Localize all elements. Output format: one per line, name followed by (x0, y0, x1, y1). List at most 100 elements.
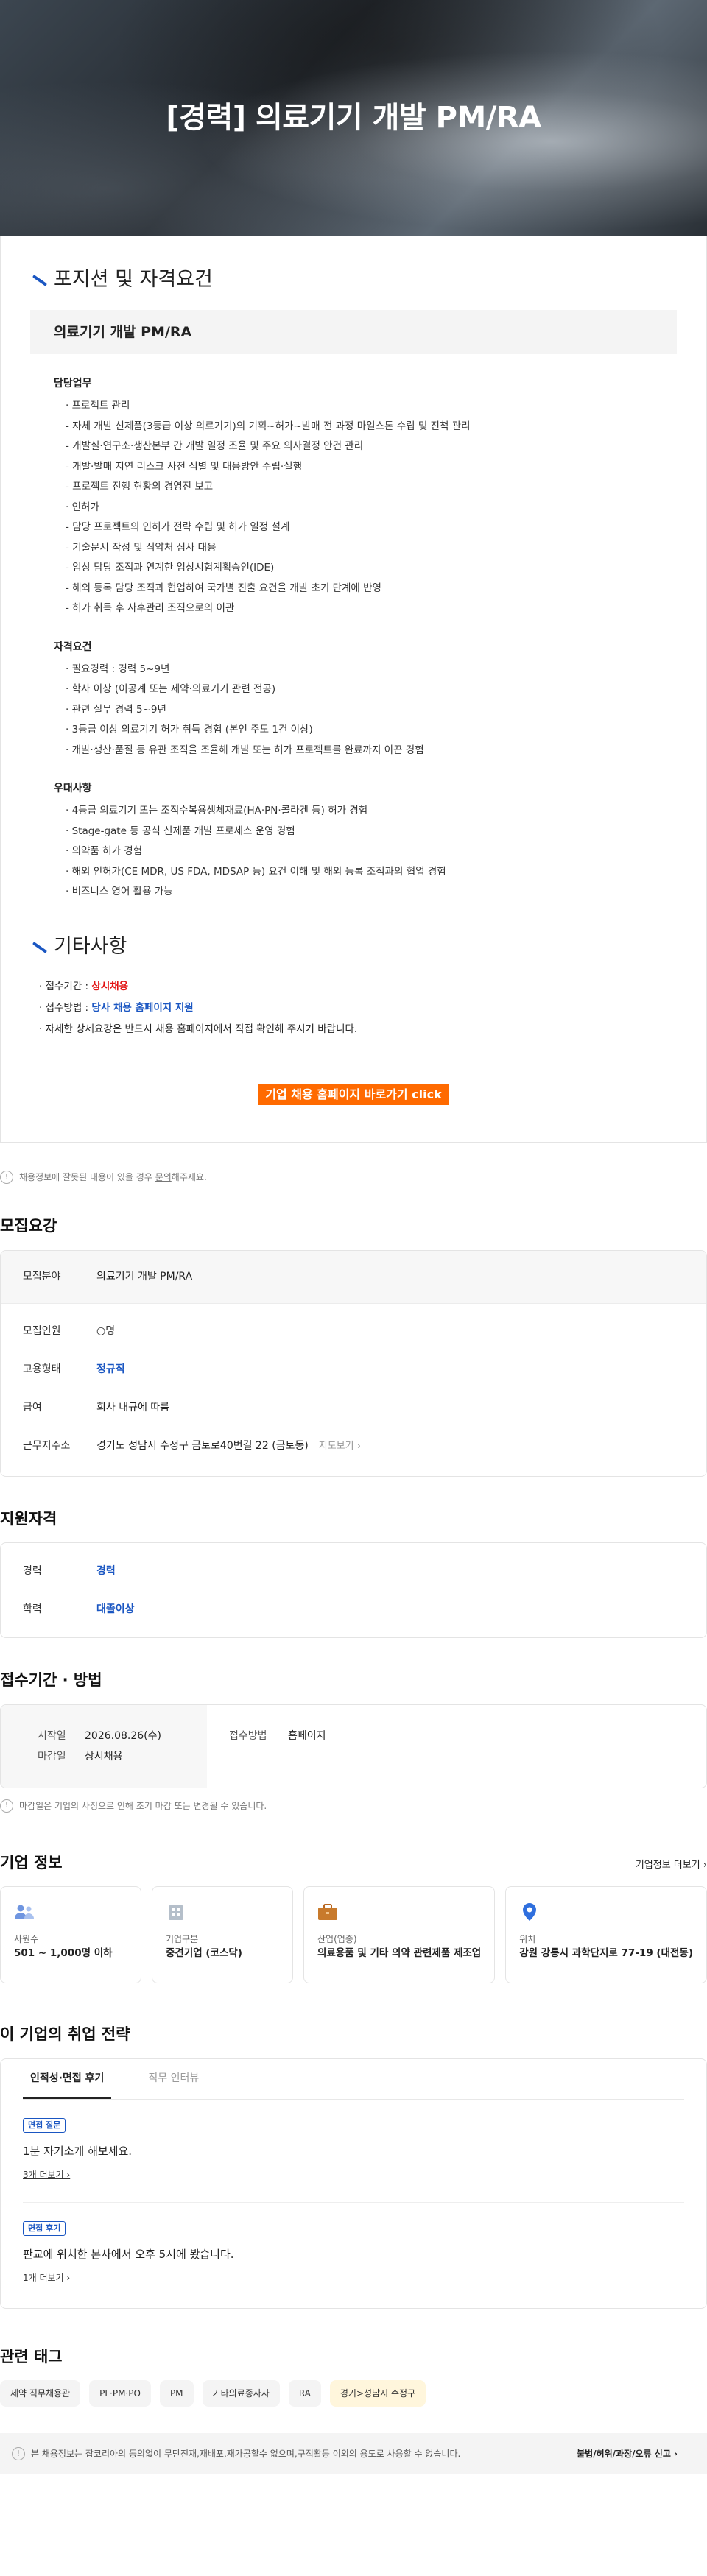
duty-line: - 자체 개발 신제품(3등급 이상 의료기기)의 기획~허가~발매 전 과정 … (66, 420, 471, 432)
company-info-title: 기업 정보 (0, 1853, 63, 1871)
tag-item[interactable]: 제약 직무채용관 (0, 2380, 81, 2407)
qualifications-title: 자격요건 (54, 641, 92, 653)
tag-item[interactable]: RA (288, 2380, 321, 2407)
review-item: 면접 후기 판교에 위치한 본사에서 오후 5시에 봤습니다. 1개 더보기 › (23, 2203, 684, 2286)
headcount-row: 모집인원 ○명 (23, 1325, 116, 1337)
etc-list: · 접수기간 : 상시채용 · 접수방법 : 당사 채용 홈페이지 지원 · 자… (30, 976, 677, 1040)
preferred-line: · Stage-gate 등 공식 신제품 개발 프로세스 운영 경험 (66, 825, 295, 837)
company-card-employees[interactable]: 사원수 501 ~ 1,000명 이하 (0, 1886, 141, 1983)
qualifications-block: 자격요건 · 필요경력 : 경력 5~9년 · 학사 이상 (이공계 또는 제약… (30, 640, 677, 761)
report-link[interactable]: 불법/허위/과장/오류 신고 › (577, 2447, 678, 2460)
period-notice: ! 마감일은 기업의 사정으로 인해 조기 마감 또는 변경될 수 있습니다. (0, 1788, 707, 1818)
apply-method: 접수방법 홈페이지 (207, 1705, 326, 1788)
employment-type-row: 고용형태 정규직 (23, 1363, 125, 1375)
position-band: 의료기기 개발 PM/RA (30, 309, 677, 354)
location-pin-icon (519, 1902, 540, 1922)
report-notice: ! 채용정보에 잘못된 내용이 있을 경우 문의해주세요. (0, 1143, 707, 1194)
tab-interview-review[interactable]: 인적성·면접 후기 (23, 2059, 112, 2099)
strategy-card: 인적성·면접 후기 직무 인터뷰 면접 질문 1분 자기소개 해보세요. 3개 … (0, 2058, 707, 2309)
field-row: 모집분야 의료기기 개발 PM/RA (1, 1250, 706, 1304)
company-card-location[interactable]: 위치 강원 강릉시 과학단지로 77-19 (대전동) (505, 1886, 707, 1983)
info-icon: ! (0, 1799, 13, 1813)
map-link[interactable]: 지도보기 › (319, 1439, 361, 1454)
review-more-link[interactable]: 1개 더보기 › (23, 2273, 70, 2283)
cta-wrap: 기업 채용 홈페이지 바로가기 click (30, 1084, 677, 1105)
review-badge: 면접 후기 (23, 2220, 66, 2236)
preferred-title: 우대사항 (54, 783, 92, 794)
job-detail-box: 포지션 및 자격요건 의료기기 개발 PM/RA 담당업무 · 프로젝트 관리 … (0, 236, 707, 1143)
hero-banner: [경력] 의료기기 개발 PM/RA (0, 0, 707, 236)
start-date-row: 시작일 2026.08.26(수) (38, 1729, 161, 1742)
qualification-line: · 관련 실무 경력 5~9년 (66, 703, 166, 716)
review-more-link[interactable]: 3개 더보기 › (23, 2170, 70, 2180)
tags-title: 관련 태그 (0, 2347, 63, 2365)
duty-line: - 프로젝트 진행 현황의 경영진 보고 (66, 481, 214, 493)
qualification-summary-card: 경력 경력 학력 대졸이상 (0, 1542, 707, 1638)
receipt-value: 상시채용 (91, 981, 129, 992)
etc-receipt-line: · 접수기간 : 상시채용 (39, 981, 129, 992)
hero-title: [경력] 의료기기 개발 PM/RA (166, 101, 541, 135)
end-date-row: 마감일 상시채용 (38, 1750, 123, 1762)
qualification-line: · 개발·생산·품질 등 유관 조직을 조율해 개발 또는 허가 프로젝트를 완… (66, 744, 424, 756)
qualification-line: · 3등급 이상 의료기기 허가 취득 경험 (본인 주도 1건 이상) (66, 724, 313, 735)
preferred-line: · 비즈니스 영어 활용 가능 (66, 886, 173, 897)
footer-note: ! 본 채용정보는 잡코리아의 동의없이 무단전재,재배포,재가공할수 없으며,… (0, 2433, 707, 2474)
duties-title: 담당업무 (54, 378, 92, 389)
preferred-line: · 4등급 의료기기 또는 조직수복용생체재료(HA·PN·콜라겐 등) 허가 … (66, 805, 368, 816)
info-icon: ! (0, 1171, 13, 1184)
duties-block: 담당업무 · 프로젝트 관리 - 자체 개발 신제품(3등급 이상 의료기기)의… (30, 376, 677, 619)
duty-line: - 허가 취득 후 사후관리 조직으로의 이관 (66, 602, 235, 614)
company-homepage-button[interactable]: 기업 채용 홈페이지 바로가기 click (258, 1084, 449, 1105)
education-row: 학력 대졸이상 (23, 1603, 135, 1615)
qualification-line: · 필요경력 : 경력 5~9년 (66, 663, 170, 675)
qualification-line: · 학사 이상 (이공계 또는 제약·의료기기 관련 전공) (66, 683, 276, 695)
tag-list: 제약 직무채용관 PL·PM·PO PM 기타의료종사자 RA 경기>성남시 수… (0, 2380, 707, 2407)
salary-row: 급여 회사 내규에 따름 (23, 1402, 170, 1414)
period-title: 접수기간 · 방법 (0, 1671, 102, 1689)
duty-line: · 프로젝트 관리 (66, 400, 130, 412)
tab-job-interview[interactable]: 직무 인터뷰 (141, 2059, 206, 2099)
review-badge: 면접 질문 (23, 2117, 66, 2133)
review-item: 면접 질문 1분 자기소개 해보세요. 3개 더보기 › (23, 2100, 684, 2203)
tag-item[interactable]: 기타의료종사자 (202, 2380, 280, 2407)
period-card: 시작일 2026.08.26(수) 마감일 상시채용 접수방법 홈페이지 (0, 1704, 707, 1788)
strategy-title: 이 기업의 취업 전략 (0, 2025, 130, 2043)
review-text: 1분 자기소개 해보세요. (23, 2145, 133, 2158)
duty-line: - 해외 등록 담당 조직과 협업하여 국가별 진출 요건을 개발 초기 단계에… (66, 582, 381, 594)
tag-item[interactable]: PL·PM·PO (89, 2380, 151, 2407)
company-card-type[interactable]: 기업구분 중견기업 (코스닥) (152, 1886, 293, 1983)
company-more-link[interactable]: 기업정보 더보기 › (636, 1858, 707, 1873)
location-row: 근무지주소 경기도 성남시 수정구 금토로40번길 22 (금토동) 지도보기 … (1, 1428, 706, 1466)
slash-accent-icon (30, 939, 46, 955)
strategy-tabs: 인적성·면접 후기 직무 인터뷰 (23, 2059, 684, 2100)
career-row: 경력 경력 (23, 1564, 116, 1577)
duty-line: - 개발·발매 지연 리스크 사전 식별 및 대응방안 수립·실행 (66, 460, 303, 473)
job-posting-page: [경력] 의료기기 개발 PM/RA 포지션 및 자격요건 의료기기 개발 PM… (0, 0, 707, 2474)
tag-item[interactable]: 경기>성남시 수정구 (329, 2380, 426, 2407)
duty-line: · 인허가 (66, 501, 99, 513)
duty-line: - 임상 담당 조직과 연계한 임상시험계획승인(IDE) (66, 562, 275, 574)
duty-line: - 기술문서 작성 및 식약처 심사 대응 (66, 541, 217, 554)
tag-item[interactable]: PM (159, 2380, 194, 2407)
info-icon: ! (12, 2447, 25, 2460)
inquiry-link[interactable]: 문의 (155, 1172, 172, 1182)
etc-detail-line: · 자세한 상세요강은 반드시 채용 홈페이지에서 직접 확인해 주시기 바랍니… (39, 1023, 358, 1035)
building-icon (166, 1902, 186, 1922)
company-info-header: 기업 정보 기업정보 더보기 › (0, 1852, 707, 1875)
qualification-summary-title: 지원자격 (0, 1509, 57, 1528)
homepage-link[interactable]: 홈페이지 (288, 1726, 326, 1788)
recruit-summary-card: 모집분야 의료기기 개발 PM/RA 모집인원 ○명 고용형태 정규직 급여 회… (0, 1249, 707, 1477)
period-dates: 시작일 2026.08.26(수) 마감일 상시채용 (1, 1704, 207, 1788)
duty-line: - 담당 프로젝트의 인허가 전략 수립 및 허가 일정 설계 (66, 521, 290, 533)
method-value: 당사 채용 홈페이지 지원 (91, 1002, 194, 1014)
company-cards: 사원수 501 ~ 1,000명 이하 기업구분 중견기업 (코스닥) 산업(업… (0, 1886, 707, 1983)
etc-method-line: · 접수방법 : 당사 채용 홈페이지 지원 (39, 1002, 194, 1014)
etc-heading: 기타사항 (30, 932, 677, 962)
preferred-line: · 해외 인허가(CE MDR, US FDA, MDSAP 등) 요건 이해 … (66, 865, 446, 878)
recruit-summary-title: 모집요강 (0, 1217, 57, 1235)
position-heading: 포지션 및 자격요건 (30, 265, 677, 295)
people-icon (14, 1902, 35, 1922)
review-text: 판교에 위치한 본사에서 오후 5시에 봤습니다. (23, 2248, 234, 2261)
company-card-industry[interactable]: 산업(업종) 의료용품 및 기타 의약 관련제품 제조업 (303, 1886, 496, 1983)
duty-line: - 개발실·연구소·생산본부 간 개발 일정 조율 및 주요 의사결정 안건 관… (66, 440, 364, 452)
